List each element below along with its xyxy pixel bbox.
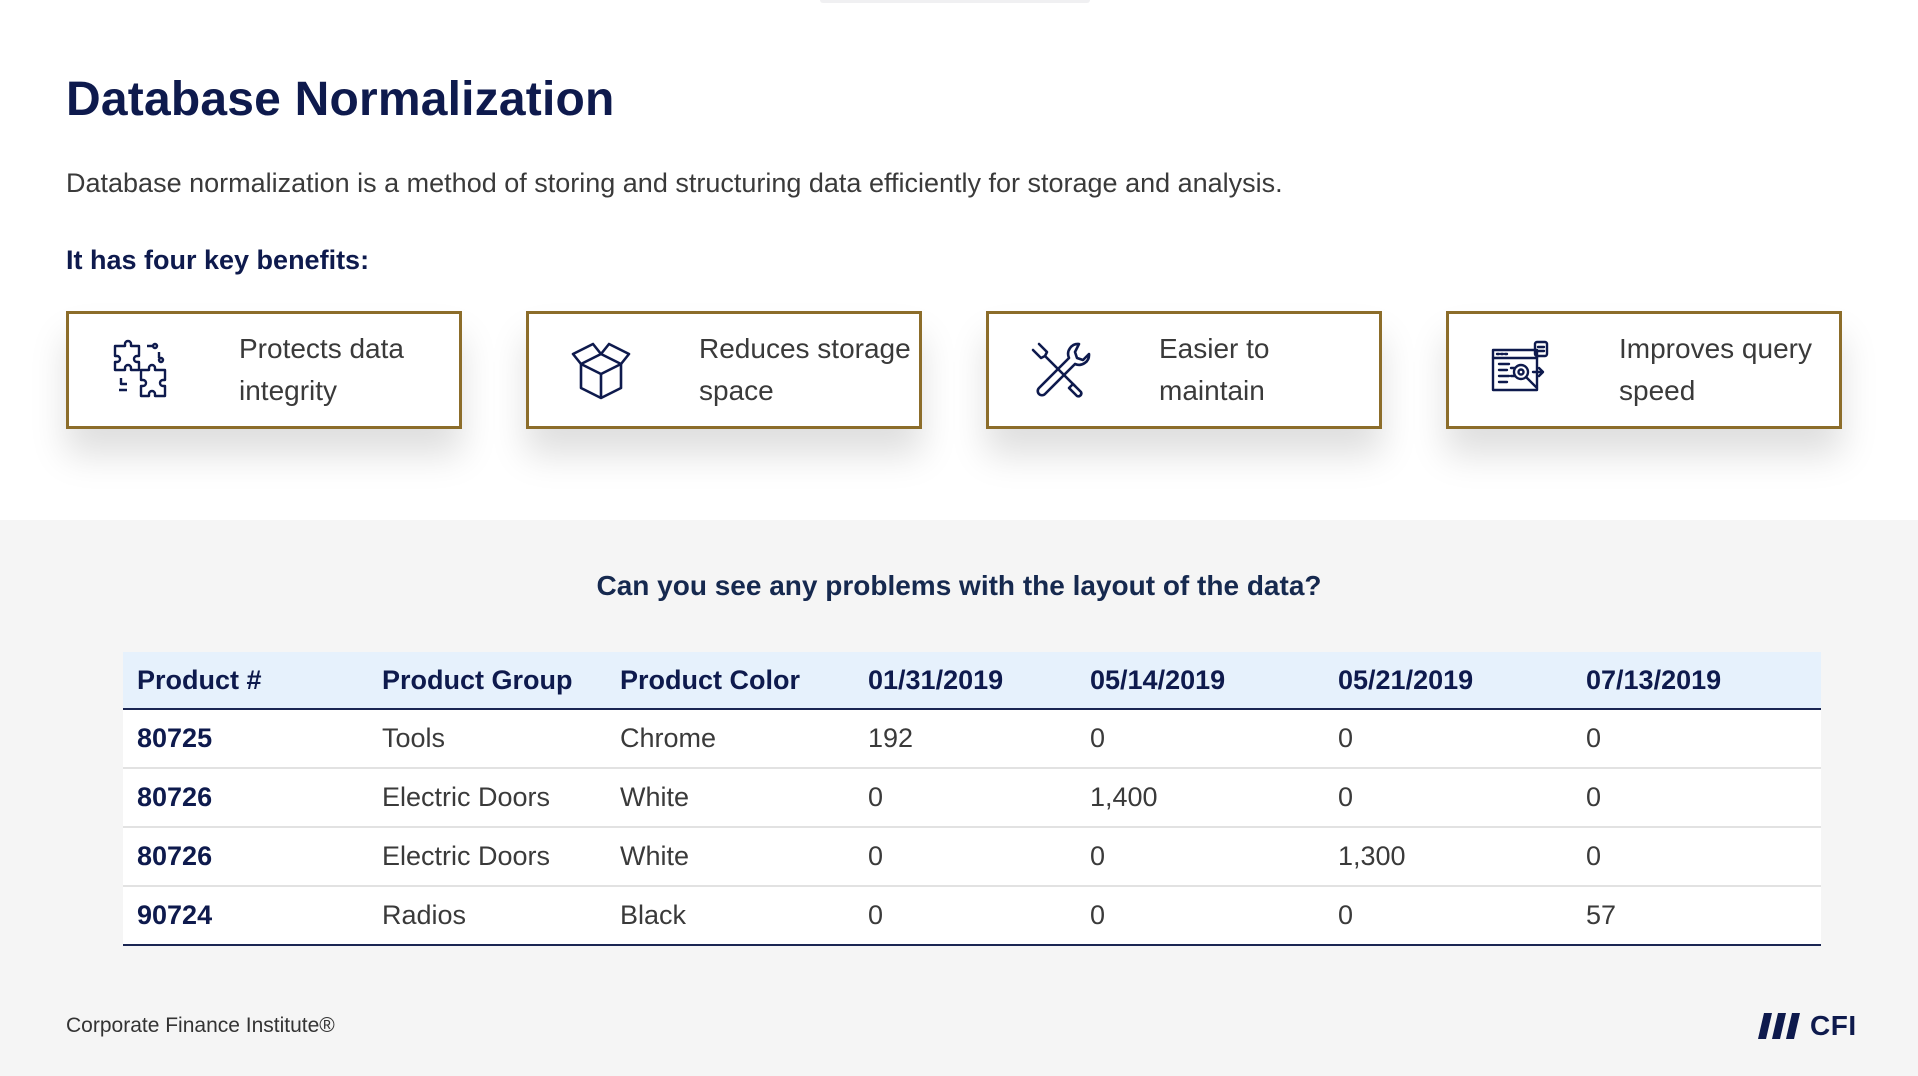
table-row: 80726 Electric Doors White 0 0 1,300 0	[123, 827, 1821, 887]
query-speed-icon	[1489, 338, 1553, 402]
column-header: Product Group	[368, 652, 606, 710]
benefit-card-query: Improves query speed	[1446, 311, 1842, 429]
cfi-logo: CFI	[1756, 1010, 1857, 1042]
benefit-label: Protects data integrity	[239, 333, 404, 406]
table-cell: 0	[1076, 886, 1324, 946]
table-cell: 0	[854, 827, 1076, 887]
table-cell: 1,300	[1324, 827, 1572, 887]
table-cell: 1,400	[1076, 768, 1324, 828]
table-cell: 0	[854, 768, 1076, 828]
table-cell: Radios	[368, 886, 606, 946]
column-header: 05/14/2019	[1076, 652, 1324, 710]
column-header: Product #	[123, 652, 368, 710]
footer-copyright: Corporate Finance Institute®	[66, 1014, 335, 1037]
table-cell: Tools	[368, 709, 606, 769]
table-cell: 80726	[123, 768, 368, 828]
table-row: 90724 Radios Black 0 0 0 57	[123, 886, 1821, 946]
table-cell: 192	[854, 709, 1076, 769]
column-header: 05/21/2019	[1324, 652, 1572, 710]
table-cell: 0	[1572, 709, 1821, 769]
table-cell: 0	[1076, 709, 1324, 769]
table-cell: 90724	[123, 886, 368, 946]
table-cell: Electric Doors	[368, 768, 606, 828]
benefit-card-maintain: Easier to maintain	[986, 311, 1382, 429]
table-cell: Black	[606, 886, 854, 946]
table-cell: 57	[1572, 886, 1821, 946]
column-header: 01/31/2019	[854, 652, 1076, 710]
table-cell: White	[606, 827, 854, 887]
benefit-card-integrity: Protects data integrity	[66, 311, 462, 429]
top-edge-tab	[820, 0, 1090, 3]
table-row: 80725 Tools Chrome 192 0 0 0	[123, 709, 1821, 769]
puzzle-icon	[109, 338, 173, 402]
benefit-label: Easier to maintain	[1159, 333, 1270, 406]
table-cell: 0	[1076, 827, 1324, 887]
benefit-label: Reduces storage space	[699, 333, 911, 406]
table-cell: 0	[854, 886, 1076, 946]
table-cell: Electric Doors	[368, 827, 606, 887]
column-header: Product Color	[606, 652, 854, 710]
product-sales-table: Product # Product Group Product Color 01…	[123, 652, 1821, 946]
question-heading: Can you see any problems with the layout…	[596, 570, 1322, 601]
box-icon	[569, 338, 633, 402]
table-header-row: Product # Product Group Product Color 01…	[123, 652, 1821, 710]
benefits-heading: It has four key benefits:	[66, 245, 370, 275]
table-cell: 80726	[123, 827, 368, 887]
table-cell: Chrome	[606, 709, 854, 769]
table-row: 80726 Electric Doors White 0 1,400 0 0	[123, 768, 1821, 828]
column-header: 07/13/2019	[1572, 652, 1821, 710]
table-cell: 0	[1324, 709, 1572, 769]
table-cell: 0	[1572, 827, 1821, 887]
logo-text: CFI	[1810, 1010, 1857, 1041]
table-cell: 0	[1572, 768, 1821, 828]
table-cell: 0	[1324, 768, 1572, 828]
page-subtitle: Database normalization is a method of st…	[66, 168, 1283, 198]
tools-icon	[1029, 338, 1093, 402]
cfi-logo-mark-icon	[1758, 1013, 1800, 1039]
page-title: Database Normalization	[66, 73, 615, 126]
table-cell: 80725	[123, 709, 368, 769]
table-cell: White	[606, 768, 854, 828]
benefit-label: Improves query speed	[1619, 333, 1812, 406]
table-cell: 0	[1324, 886, 1572, 946]
benefit-card-storage: Reduces storage space	[526, 311, 922, 429]
